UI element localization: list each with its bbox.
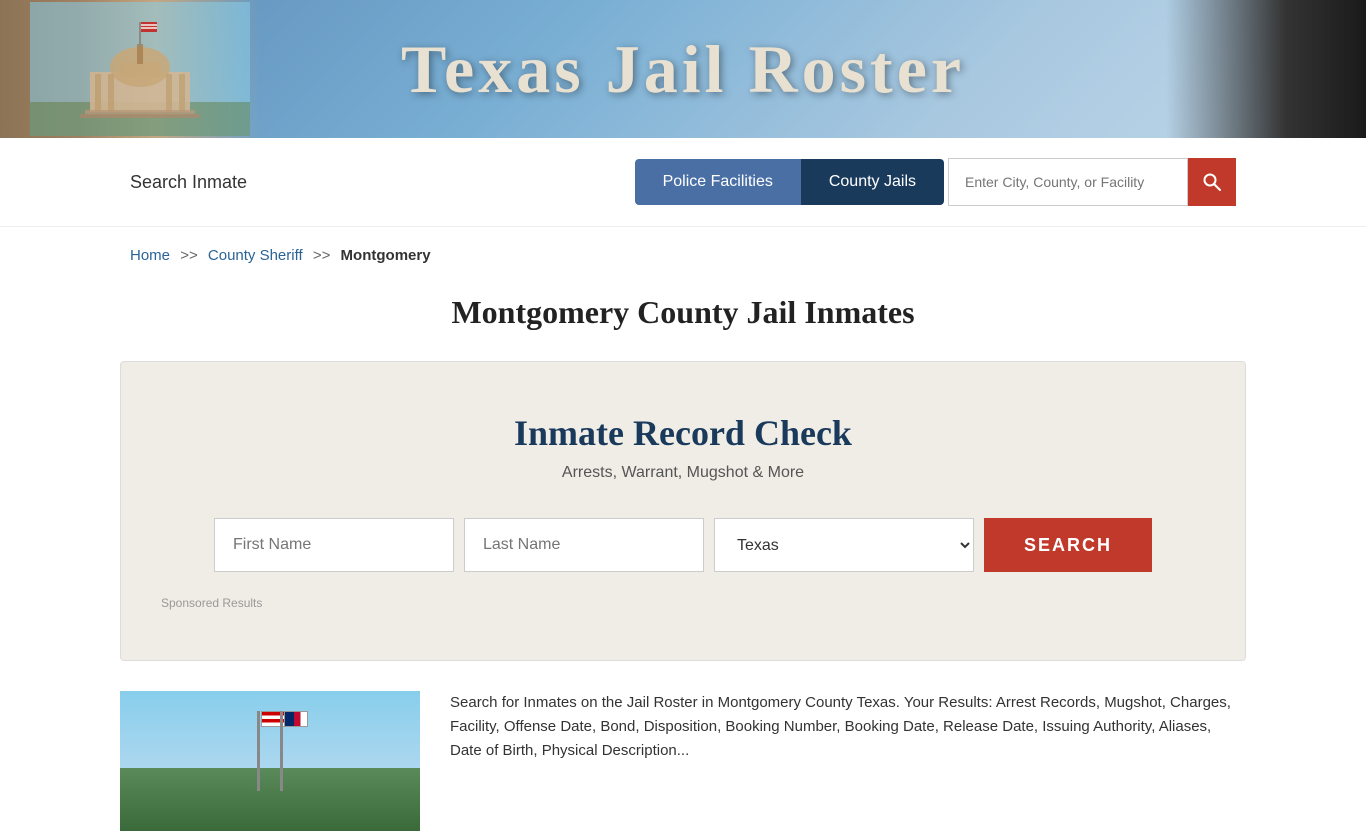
nav-buttons: Police Facilities County Jails: [635, 158, 1236, 206]
flag-pole-2: [280, 711, 283, 791]
bottom-section: Search for Inmates on the Jail Roster in…: [0, 691, 1366, 831]
banner: Texas Jail Roster: [0, 0, 1366, 138]
bottom-image: [120, 691, 420, 831]
record-search-button[interactable]: SEARCH: [984, 518, 1152, 572]
flags-decoration: [257, 711, 283, 791]
state-select[interactable]: AlabamaAlaskaArizonaArkansasCaliforniaCo…: [714, 518, 974, 572]
banner-title: Texas Jail Roster: [401, 30, 965, 109]
record-check-box: Inmate Record Check Arrests, Warrant, Mu…: [120, 361, 1246, 661]
nav-search-button[interactable]: [1188, 158, 1236, 206]
texas-flag-icon: [284, 711, 308, 727]
police-facilities-button[interactable]: Police Facilities: [635, 159, 801, 205]
record-check-subtitle: Arrests, Warrant, Mugshot & More: [161, 464, 1205, 482]
breadcrumb: Home >> County Sheriff >> Montgomery: [0, 227, 1366, 274]
breadcrumb-sep-2: >>: [313, 247, 331, 264]
nav-search-container: [948, 158, 1236, 206]
sponsored-results-label: Sponsored Results: [161, 596, 1205, 610]
search-inmate-label: Search Inmate: [130, 172, 247, 193]
bottom-description: Search for Inmates on the Jail Roster in…: [450, 691, 1246, 831]
breadcrumb-county-sheriff[interactable]: County Sheriff: [208, 247, 303, 264]
last-name-input[interactable]: [464, 518, 704, 572]
capitol-building-icon: [30, 2, 250, 136]
breadcrumb-sep-1: >>: [180, 247, 198, 264]
nav-search-input[interactable]: [948, 158, 1188, 206]
banner-capitol-overlay: [0, 0, 260, 138]
record-check-title: Inmate Record Check: [161, 412, 1205, 454]
navbar: Search Inmate Police Facilities County J…: [0, 138, 1366, 227]
county-jails-button[interactable]: County Jails: [801, 159, 944, 205]
breadcrumb-home[interactable]: Home: [130, 247, 170, 264]
search-icon: [1202, 172, 1222, 192]
banner-right-overlay: [1166, 0, 1366, 138]
record-check-form: AlabamaAlaskaArizonaArkansasCaliforniaCo…: [161, 518, 1205, 572]
breadcrumb-current: Montgomery: [341, 247, 431, 264]
page-title: Montgomery County Jail Inmates: [0, 274, 1366, 361]
flag-pole-1: [257, 711, 260, 791]
first-name-input[interactable]: [214, 518, 454, 572]
